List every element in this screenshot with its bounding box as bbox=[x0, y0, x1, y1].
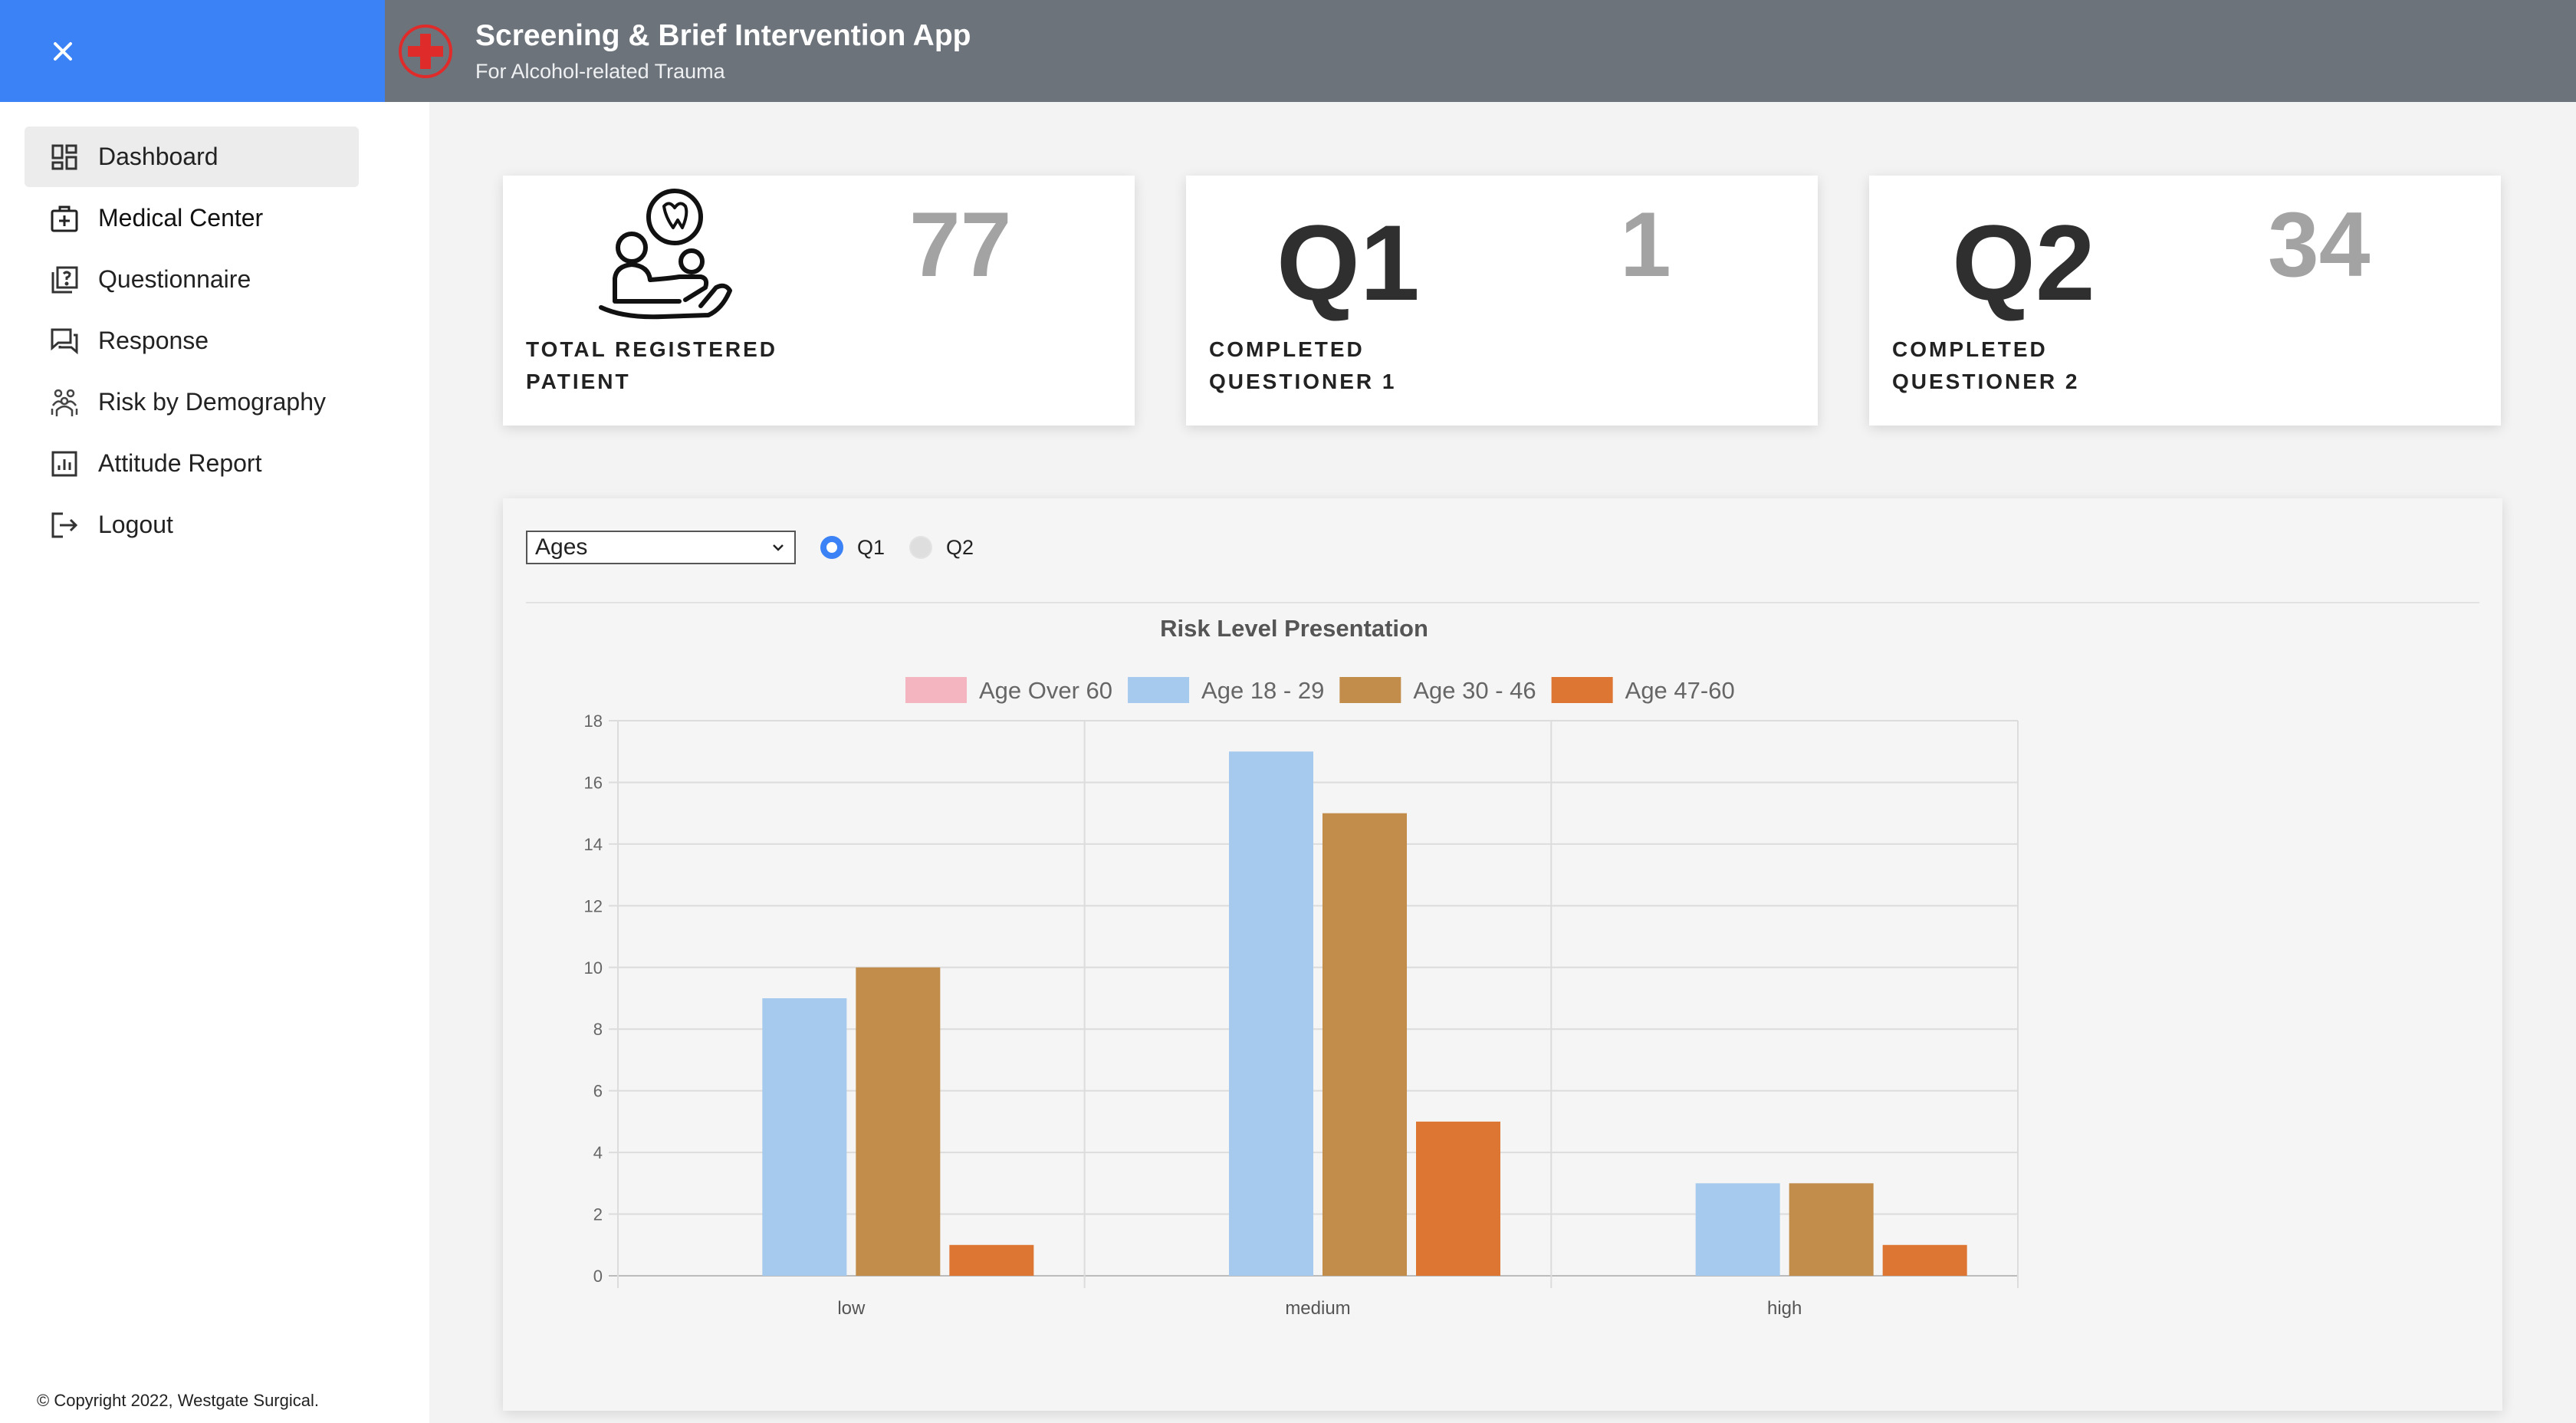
q2-badge: Q2 bbox=[1952, 202, 2095, 323]
bar-low-1[interactable] bbox=[762, 998, 847, 1276]
y-tick-label: 12 bbox=[584, 896, 603, 915]
medical-kit-icon bbox=[51, 205, 78, 232]
bar-high-2[interactable] bbox=[1789, 1183, 1874, 1276]
sidebar-item-label: Medical Center bbox=[98, 204, 264, 232]
card-label-line: QUESTIONER 1 bbox=[1209, 370, 1397, 393]
q1-completed-label: COMPLETED QUESTIONER 1 bbox=[1209, 334, 1396, 398]
y-tick-label: 18 bbox=[584, 712, 603, 731]
total-patients-label: TOTAL REGISTERED PATIENT bbox=[526, 334, 777, 398]
risk-level-bar-chart: Risk Level Presentation Age Over 60 Age 1… bbox=[584, 615, 2019, 1319]
questionnaire-icon bbox=[51, 266, 78, 293]
legend-item[interactable]: Age 47-60 bbox=[1551, 677, 1735, 704]
sidebar-item-attitude-report[interactable]: Attitude Report bbox=[25, 433, 359, 494]
x-axis-labels: low medium high bbox=[837, 1298, 1802, 1319]
sidebar-item-label: Response bbox=[98, 327, 209, 354]
y-tick-label: 16 bbox=[584, 773, 603, 792]
y-tick-label: 8 bbox=[593, 1020, 603, 1039]
sidebar-item-medical-center[interactable]: Medical Center bbox=[25, 188, 359, 248]
card-label-line: PATIENT bbox=[526, 370, 631, 393]
stat-card-total-patients: 77 TOTAL REGISTERED PATIENT bbox=[503, 176, 1135, 426]
legend-label: Age 47-60 bbox=[1625, 677, 1735, 704]
bar-medium-2[interactable] bbox=[1322, 813, 1407, 1276]
sidebar: Dashboard Medical Center Questionnaire R… bbox=[0, 102, 429, 1423]
chart-legend: Age Over 60 Age 18 - 29 Age 30 - 46 Age 47-… bbox=[905, 677, 1735, 704]
red-cross-logo-icon bbox=[399, 24, 452, 78]
stat-card-q2: Q2 34 COMPLETED QUESTIONER 2 bbox=[1869, 176, 2501, 426]
y-axis-labels: 0 2 4 6 8 10 12 14 16 18 bbox=[584, 712, 603, 1286]
response-chat-icon bbox=[51, 328, 78, 354]
legend-label: Age 30 - 46 bbox=[1413, 677, 1536, 704]
chart-bars bbox=[762, 751, 1967, 1276]
legend-label: Age 18 - 29 bbox=[1201, 677, 1324, 704]
legend-swatch bbox=[1128, 677, 1190, 703]
y-tick-label: 14 bbox=[584, 835, 603, 854]
legend-label: Age Over 60 bbox=[979, 677, 1112, 704]
chart-title: Risk Level Presentation bbox=[1160, 615, 1428, 642]
sidebar-item-label: Logout bbox=[98, 511, 173, 538]
app-title: Screening & Brief Intervention App bbox=[475, 18, 971, 52]
legend-item[interactable]: Age 18 - 29 bbox=[1128, 677, 1324, 704]
patient-care-icon bbox=[599, 189, 732, 320]
copyright-text: © Copyright 2022, Westgate Surgical. bbox=[37, 1391, 319, 1410]
x-tick-label: medium bbox=[1285, 1298, 1350, 1319]
sidebar-item-risk-by-demography[interactable]: Risk by Demography bbox=[25, 372, 359, 432]
bar-medium-1[interactable] bbox=[1229, 751, 1313, 1276]
risk-chart-panel: Ages Q1 Q2 Risk Level Presentation Age O… bbox=[503, 498, 2502, 1411]
logout-icon bbox=[51, 512, 78, 537]
stat-card-q1: Q1 1 COMPLETED QUESTIONER 1 bbox=[1186, 176, 1818, 426]
x-tick-label: low bbox=[837, 1298, 866, 1319]
total-patients-count: 77 bbox=[909, 193, 1012, 296]
sidebar-item-label: Dashboard bbox=[98, 143, 219, 170]
y-tick-label: 4 bbox=[593, 1143, 603, 1162]
legend-item[interactable]: Age 30 - 46 bbox=[1339, 677, 1536, 704]
sidebar-item-label: Questionnaire bbox=[98, 265, 251, 293]
legend-item[interactable]: Age Over 60 bbox=[905, 677, 1112, 704]
card-label-line: COMPLETED bbox=[1209, 337, 1365, 361]
q1-completed-count: 1 bbox=[1620, 193, 1671, 296]
dashboard-icon bbox=[51, 144, 77, 169]
q1-badge: Q1 bbox=[1276, 202, 1420, 323]
legend-swatch bbox=[1339, 677, 1401, 703]
legend-swatch bbox=[1551, 677, 1613, 703]
bar-low-2[interactable] bbox=[856, 967, 941, 1276]
q2-completed-count: 34 bbox=[2268, 193, 2371, 296]
q2-completed-label: COMPLETED QUESTIONER 2 bbox=[1892, 334, 2079, 398]
close-icon bbox=[54, 41, 72, 61]
main-content: 77 TOTAL REGISTERED PATIENT Q1 1 COMPLET… bbox=[429, 102, 2576, 1423]
sidebar-item-label: Attitude Report bbox=[98, 449, 262, 477]
x-tick-label: high bbox=[1767, 1298, 1802, 1319]
card-label-line: TOTAL REGISTERED bbox=[526, 337, 778, 361]
y-tick-label: 6 bbox=[593, 1082, 603, 1101]
sidebar-item-logout[interactable]: Logout bbox=[25, 495, 359, 555]
card-label-line: QUESTIONER 2 bbox=[1892, 370, 2080, 393]
sidebar-nav: Dashboard Medical Center Questionnaire R… bbox=[25, 127, 359, 556]
y-tick-label: 2 bbox=[593, 1205, 603, 1224]
sidebar-item-questionnaire[interactable]: Questionnaire bbox=[25, 249, 359, 310]
sidebar-item-response[interactable]: Response bbox=[25, 311, 359, 371]
bar-high-1[interactable] bbox=[1695, 1183, 1780, 1276]
bar-high-3[interactable] bbox=[1882, 1244, 1967, 1276]
y-tick-label: 0 bbox=[593, 1267, 603, 1286]
bar-low-3[interactable] bbox=[949, 1244, 1034, 1276]
card-label-line: COMPLETED bbox=[1892, 337, 2048, 361]
sidebar-item-label: Risk by Demography bbox=[98, 388, 326, 416]
y-tick-label: 10 bbox=[584, 958, 603, 978]
app-subtitle: For Alcohol-related Trauma bbox=[475, 60, 725, 84]
legend-swatch bbox=[905, 677, 967, 703]
bar-medium-3[interactable] bbox=[1416, 1121, 1500, 1276]
people-group-icon bbox=[51, 389, 78, 416]
close-menu-button[interactable] bbox=[0, 0, 385, 102]
app-header: Screening & Brief Intervention App For A… bbox=[385, 0, 2576, 102]
sidebar-item-dashboard[interactable]: Dashboard bbox=[25, 127, 359, 187]
bar-report-icon bbox=[51, 451, 77, 476]
